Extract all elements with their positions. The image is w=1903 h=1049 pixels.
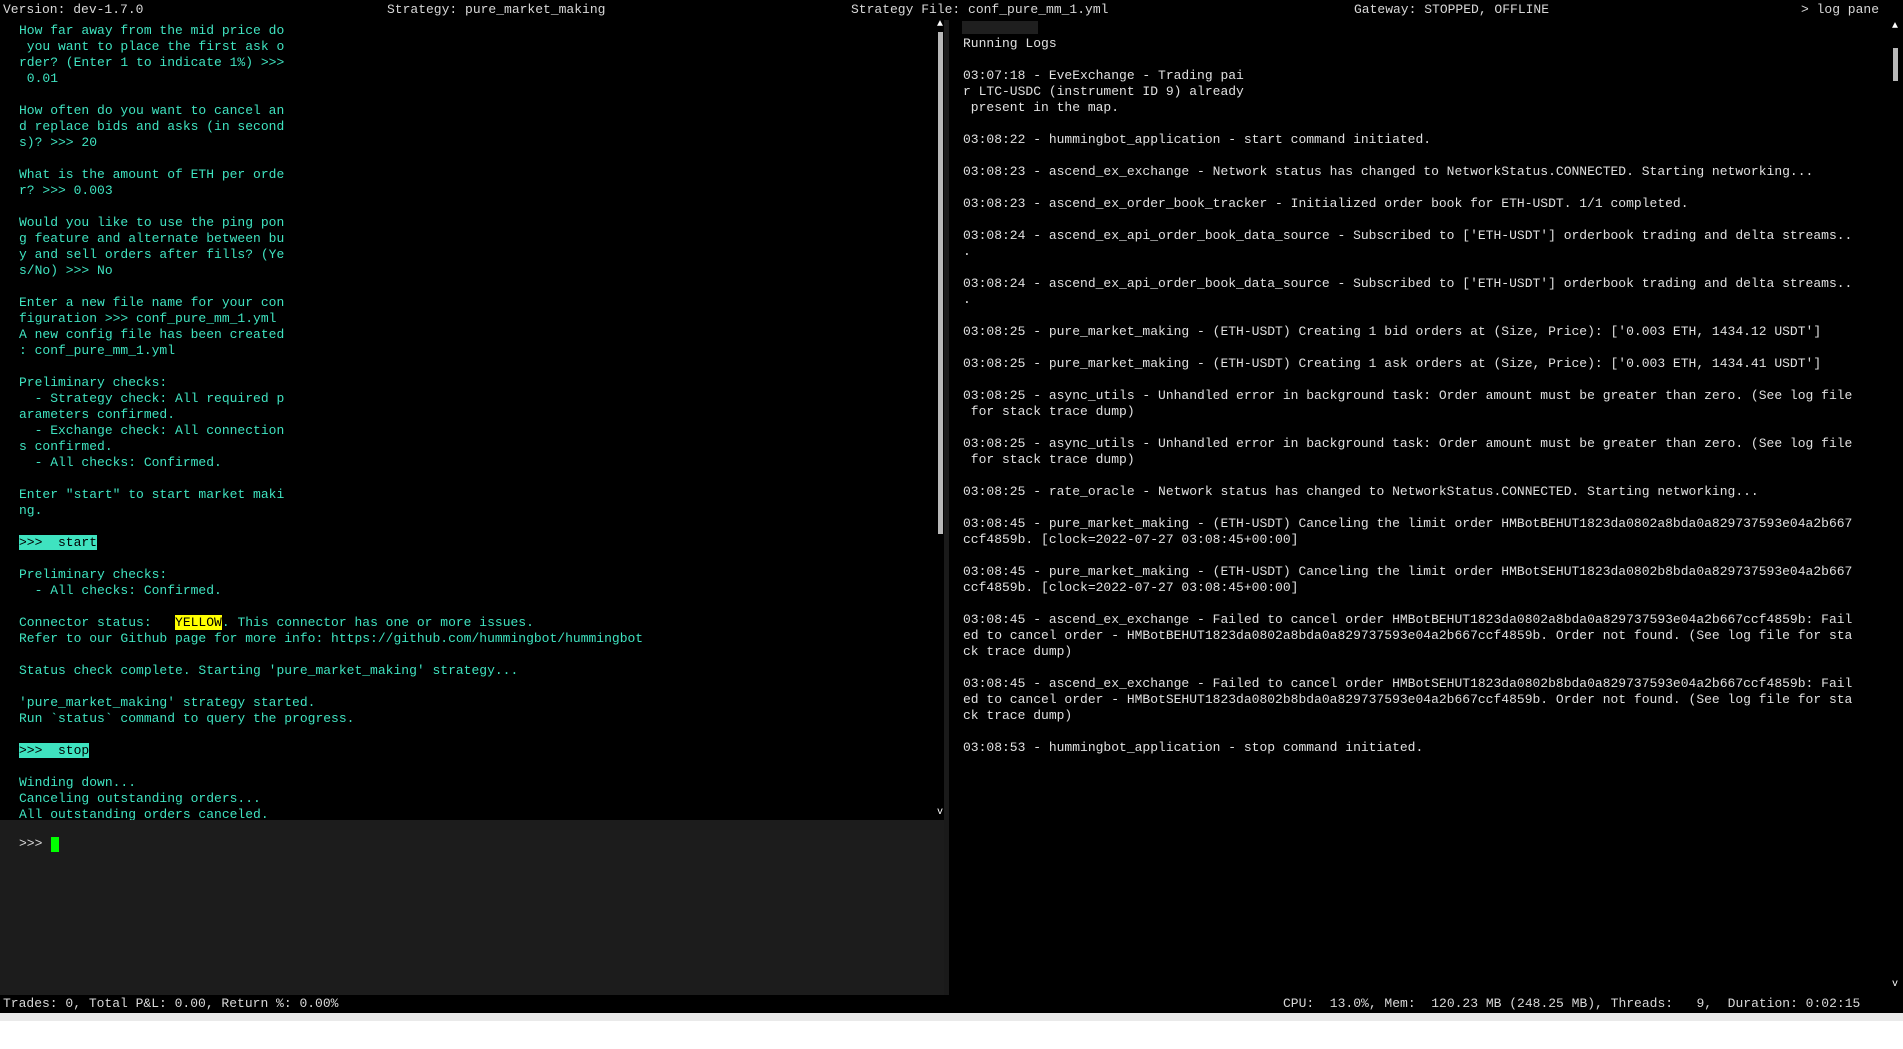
- log-entries: 03:07:18 - EveExchange - Trading pai r L…: [963, 68, 1853, 755]
- connector-status-suffix: . This connector has one or more issues.: [221, 615, 534, 630]
- log-scrollbar-thumb[interactable]: [1893, 48, 1898, 81]
- output-block-config: How far away from the mid price do you w…: [19, 23, 285, 518]
- log-pane-toggle[interactable]: > log pane: [1801, 0, 1879, 20]
- log-title: Running Logs: [963, 36, 1057, 51]
- scroll-down-icon[interactable]: v: [936, 808, 944, 818]
- version-label: Version: dev-1.7.0: [3, 2, 144, 17]
- output-text: How far away from the mid price do you w…: [19, 23, 929, 820]
- output-block-strategy: Refer to our Github page for more info: …: [19, 631, 644, 726]
- connector-status-prefix: Connector status:: [19, 615, 176, 630]
- command-input-pane[interactable]: >>>: [0, 820, 944, 995]
- system-stats: CPU: 13.0%, Mem: 120.23 MB (248.25 MB), …: [1283, 996, 1861, 1011]
- output-pane: How far away from the mid price do you w…: [0, 20, 943, 820]
- connector-status-badge: YELLOW: [175, 615, 222, 630]
- command-stop: >>> stop: [19, 743, 90, 758]
- log-scroll-down-icon[interactable]: v: [1891, 980, 1899, 990]
- log-scrollbar[interactable]: ▲ v: [1887, 20, 1903, 995]
- output-block-shutdown: Winding down... Canceling outstanding or…: [19, 775, 269, 820]
- bottom-status-bar: Trades: 0, Total P&L: 0.00, Return %: 0.…: [0, 995, 1903, 1013]
- strategy-file-label: Strategy File: conf_pure_mm_1.yml: [851, 2, 1109, 17]
- strategy-label: Strategy: pure_market_making: [387, 2, 606, 17]
- output-scrollbar-thumb[interactable]: [938, 32, 943, 534]
- input-prompt: >>>: [19, 836, 51, 851]
- scroll-up-icon[interactable]: ▲: [936, 20, 944, 30]
- window-bottom-edge: [0, 1013, 1903, 1021]
- output-scrollbar[interactable]: ▲ v: [936, 20, 944, 820]
- trades-summary: Trades: 0, Total P&L: 0.00, Return %: 0.…: [3, 996, 339, 1011]
- log-text: Running Logs 03:07:18 - EveExchange - Tr…: [963, 36, 1883, 756]
- log-pane-tab: [962, 21, 1038, 34]
- command-start: >>> start: [19, 535, 98, 550]
- log-pane: Running Logs 03:07:18 - EveExchange - Tr…: [949, 20, 1887, 995]
- top-status-bar: Version: dev-1.7.0 Strategy: pure_market…: [0, 0, 1903, 20]
- output-block-checks: Preliminary checks: - All checks: Confir…: [19, 567, 222, 598]
- log-scroll-up-icon[interactable]: ▲: [1891, 22, 1899, 32]
- gateway-status-label: Gateway: STOPPED, OFFLINE: [1354, 2, 1550, 17]
- text-cursor: [51, 837, 59, 852]
